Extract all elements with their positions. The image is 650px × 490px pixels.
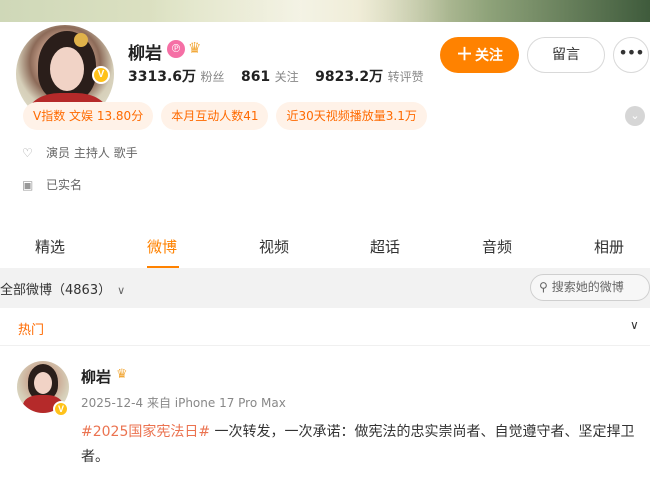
following-label: 关注: [274, 70, 299, 84]
verified-badge-icon: V: [92, 66, 110, 84]
tag-row: V指数 文娱 13.80分 本月互动人数41 近30天视频播放量3.1万: [23, 102, 427, 130]
cover-banner: [0, 0, 650, 22]
verified-badge-icon: V: [53, 401, 69, 417]
search-input[interactable]: ⚲ 搜索她的微博: [530, 274, 650, 301]
post-filter-dropdown[interactable]: 全部微博（4863） ∨: [0, 279, 125, 298]
message-button[interactable]: 留言: [527, 37, 605, 73]
profile-name: 柳岩: [128, 44, 162, 64]
tag-v-index[interactable]: V指数 文娱 13.80分: [23, 102, 154, 130]
info-occupation-text: 演员 主持人 歌手: [46, 146, 138, 160]
avatar-face: [34, 372, 52, 394]
chevron-down-icon: ∨: [117, 284, 126, 297]
post-source: 来自 iPhone 17 Pro Max: [146, 396, 286, 410]
chevron-down-icon[interactable]: ⌄: [625, 106, 645, 126]
info-verified: ▣ 已实名: [22, 176, 82, 193]
following-count[interactable]: 861: [241, 69, 270, 85]
fans-label: 粉丝: [200, 70, 225, 84]
tab-video[interactable]: 视频: [259, 236, 289, 257]
tab-super-topic[interactable]: 超话: [370, 236, 400, 257]
crown-icon[interactable]: ♛: [116, 367, 128, 382]
search-placeholder: 搜索她的微博: [551, 280, 624, 294]
search-icon: ⚲: [539, 280, 548, 294]
hot-section-header[interactable]: 热门 ∨: [0, 308, 650, 346]
post-meta: 2025-12-4 来自 iPhone 17 Pro Max: [81, 394, 286, 411]
info-occupation: ♡ 演员 主持人 歌手: [22, 144, 138, 161]
post-date[interactable]: 2025-12-4: [81, 396, 143, 410]
post-author[interactable]: 柳岩: [81, 366, 111, 387]
id-card-icon: ▣: [22, 178, 34, 192]
follow-button[interactable]: ＋关注: [440, 37, 519, 73]
more-button[interactable]: •••: [613, 37, 649, 73]
chevron-down-icon[interactable]: ∨: [630, 318, 639, 332]
profile-card: V 柳岩 ℗ ♛ 3313.6万 粉丝 861 关注 9823.2万 转评赞 ＋…: [0, 22, 650, 222]
tag-video-views[interactable]: 近30天视频播放量3.1万: [276, 102, 427, 130]
engagement-count: 9823.2万: [315, 69, 384, 85]
crown-icon[interactable]: ♛: [188, 39, 206, 57]
post-filter-label: 全部微博（4863）: [0, 283, 112, 298]
tag-monthly-interactions[interactable]: 本月互动人数41: [161, 102, 269, 130]
post-text: #2025国家宪法日# 一次转发，一次承诺：做宪法的忠实崇尚者、自觉遵守者、坚定…: [81, 420, 647, 470]
post-topic-link[interactable]: #2025国家宪法日#: [81, 424, 210, 440]
badge-icon: ♡: [22, 146, 33, 160]
cover-highlight: [150, 0, 450, 22]
tab-bar: 精选 微博 视频 超话 音频 相册: [0, 222, 650, 268]
tab-featured[interactable]: 精选: [35, 236, 65, 257]
tab-album[interactable]: 相册: [594, 236, 624, 257]
filter-bar: 全部微博（4863） ∨ ⚲ 搜索她的微博: [0, 268, 650, 308]
super-topic-icon[interactable]: ℗: [167, 40, 185, 58]
avatar-face: [50, 47, 84, 91]
tab-weibo[interactable]: 微博: [147, 236, 177, 257]
post-card: V 柳岩 ♛ 2025-12-4 来自 iPhone 17 Pro Max #2…: [0, 346, 650, 490]
engagement-label: 转评赞: [387, 70, 424, 84]
info-verified-text: 已实名: [46, 178, 83, 192]
avatar-ornament: [74, 33, 88, 47]
follow-label: 关注: [475, 48, 503, 64]
plus-icon: ＋: [456, 45, 473, 65]
tab-audio[interactable]: 音频: [482, 236, 512, 257]
hot-label: 热门: [18, 323, 45, 338]
profile-stats: 3313.6万 粉丝 861 关注 9823.2万 转评赞: [128, 66, 436, 86]
fans-count[interactable]: 3313.6万: [128, 69, 196, 85]
